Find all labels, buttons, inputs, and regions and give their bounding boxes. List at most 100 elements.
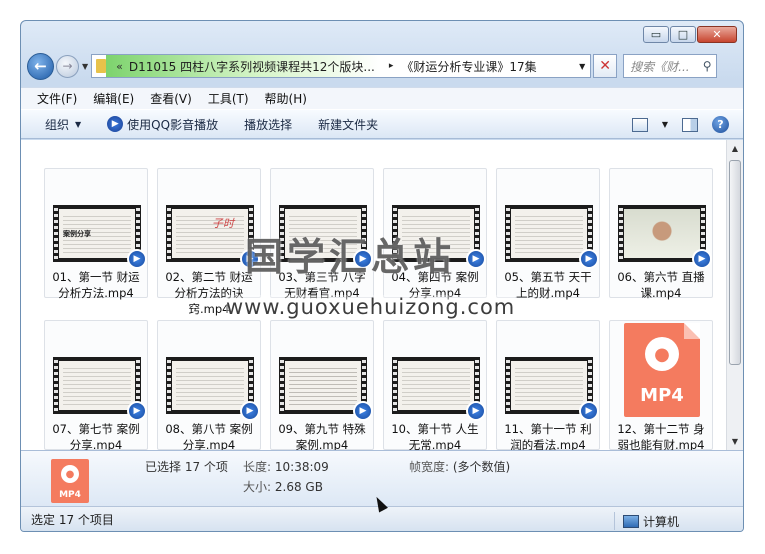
file-name: 02、第二节 财运分析方法的诀窍.mp4: [165, 270, 253, 316]
recent-pages-dropdown[interactable]: ▼: [82, 62, 88, 71]
menu-view[interactable]: 查看(V): [150, 90, 192, 107]
minimize-button[interactable]: ▭: [643, 26, 669, 43]
chevron-down-icon: ▼: [75, 119, 82, 129]
breadcrumb: « D11015 四柱八字系列视频课程共12个版块... ▸ 《财运分析专业课》…: [106, 55, 574, 77]
address-bar[interactable]: « D11015 四柱八字系列视频课程共12个版块... ▸ 《财运分析专业课》…: [91, 54, 592, 78]
file-name: 10、第十节 人生无常.mp4: [391, 422, 479, 450]
breadcrumb-separator-icon[interactable]: ▸: [389, 61, 394, 71]
qq-player-icon: ▶: [107, 116, 124, 132]
search-icon[interactable]: ⚲: [698, 59, 716, 73]
vertical-scrollbar[interactable]: ▲ ▼: [726, 140, 743, 450]
explorer-window: ▭ □ ✕ ← → ▼ « D11015 四柱八字系列视频课程共12个版块...…: [20, 20, 744, 532]
navigation-bar: ← → ▼ « D11015 四柱八字系列视频课程共12个版块... ▸ 《财运…: [27, 51, 737, 81]
qq-player-badge-icon: ▶: [692, 249, 712, 269]
status-text: 选定 17 个项目: [31, 513, 114, 527]
frame-width-key: 帧宽度:: [409, 460, 450, 474]
search-box[interactable]: 搜索《财... ⚲: [623, 54, 718, 78]
size-key: 大小:: [243, 480, 272, 494]
file-name: 01、第一节 财运分析方法.mp4: [52, 270, 140, 300]
breadcrumb-segment-current[interactable]: 《财运分析专业课》17集: [401, 58, 536, 75]
length-value: 10:38:09: [274, 460, 329, 474]
mp4-file-icon: ● MP4: [624, 323, 700, 417]
status-location: 计算机: [613, 512, 679, 530]
file-item[interactable]: ▶ 08、第八节 案例分享.mp4: [157, 320, 261, 450]
forward-button[interactable]: →: [56, 54, 79, 78]
menu-file[interactable]: 文件(F): [37, 90, 77, 107]
play-with-qq-button[interactable]: ▶ 使用QQ影音播放: [107, 116, 218, 133]
file-name: 06、第六节 直播课.mp4: [617, 270, 705, 300]
play-with-qq-label: 使用QQ影音播放: [127, 117, 219, 132]
thumbnail-handwriting: 子时: [212, 217, 234, 230]
film-reel-icon: ●: [645, 337, 679, 371]
caption-buttons: ▭ □ ✕: [643, 26, 737, 43]
menu-edit[interactable]: 编辑(E): [93, 90, 134, 107]
qq-player-badge-icon: ▶: [579, 401, 599, 421]
file-item[interactable]: ▶ 11、第十一节 利润的看法.mp4: [496, 320, 600, 450]
file-item[interactable]: ▶ 05、第五节 天干上的财.mp4: [496, 168, 600, 300]
scroll-down-icon[interactable]: ▼: [727, 433, 743, 450]
file-name: 11、第十一节 利润的看法.mp4: [504, 422, 592, 450]
toolbar-right: ▼ ?: [631, 116, 729, 133]
qq-player-badge-icon: ▶: [353, 401, 373, 421]
mp4-file-icon: ● MP4: [51, 459, 89, 503]
file-item[interactable]: ● MP4 12、第十二节 身弱也能有财.mp4: [609, 320, 713, 450]
file-name: 12、第十二节 身弱也能有财.mp4: [617, 422, 705, 450]
organize-label: 组织: [45, 117, 70, 132]
selection-count: 已选择 17 个项: [145, 460, 228, 474]
file-name: 03、第三节 八字无财看官.mp4: [278, 270, 366, 300]
view-options-chevron-icon[interactable]: ▼: [662, 120, 668, 129]
command-bar: 组织 ▼ ▶ 使用QQ影音播放 播放选择 新建文件夹 ▼ ?: [21, 109, 743, 139]
maximize-button[interactable]: □: [670, 26, 696, 43]
file-item[interactable]: ▶ 04、第四节 案例分享.mp4: [383, 168, 487, 300]
breadcrumb-parent-label: D11015 四柱八字系列视频课程共12个版块...: [128, 59, 375, 74]
address-dropdown-icon[interactable]: ▼: [574, 62, 590, 71]
thumbnail-caption: 案例分享: [63, 230, 91, 238]
scroll-thumb[interactable]: [729, 160, 741, 365]
menu-bar: 文件(F) 编辑(E) 查看(V) 工具(T) 帮助(H): [21, 87, 743, 109]
file-item[interactable]: ▶ 03、第三节 八字无财看官.mp4: [270, 168, 374, 300]
search-input[interactable]: 搜索《财...: [630, 58, 698, 75]
qq-player-badge-icon: ▶: [240, 401, 260, 421]
preview-pane-icon[interactable]: [682, 117, 698, 132]
menu-tools[interactable]: 工具(T): [208, 90, 249, 107]
file-name: 08、第八节 案例分享.mp4: [165, 422, 253, 450]
new-folder-label: 新建文件夹: [318, 117, 379, 132]
qq-player-badge-icon: ▶: [466, 401, 486, 421]
menu-help[interactable]: 帮助(H): [265, 90, 307, 107]
mp4-file-type-label: MP4: [59, 490, 81, 500]
mp4-file-type-label: MP4: [640, 385, 684, 406]
qq-player-badge-icon: ▶: [579, 249, 599, 269]
qq-player-badge-icon: ▶: [127, 401, 147, 421]
breadcrumb-segment-parent[interactable]: « D11015 四柱八字系列视频课程共12个版块...: [106, 55, 381, 77]
file-item[interactable]: ▶ 07、第七节 案例分享.mp4: [44, 320, 148, 450]
file-item[interactable]: 案例分享 ▶ 01、第一节 财运分析方法.mp4: [44, 168, 148, 300]
breadcrumb-overflow-chevron[interactable]: «: [116, 60, 123, 73]
size-value: 2.68 GB: [274, 480, 323, 494]
back-button[interactable]: ←: [27, 52, 54, 80]
file-name: 07、第七节 案例分享.mp4: [52, 422, 140, 450]
qq-player-badge-icon: ▶: [127, 249, 147, 269]
status-location-label: 计算机: [642, 514, 679, 529]
new-folder-button[interactable]: 新建文件夹: [318, 116, 378, 133]
frame-width-row: 帧宽度: (多个数值): [409, 458, 510, 475]
close-button[interactable]: ✕: [697, 26, 737, 43]
qq-player-badge-icon: ▶: [240, 249, 260, 269]
file-item[interactable]: ▶ 09、第九节 特殊案例.mp4: [270, 320, 374, 450]
length-row: 长度: 10:38:09: [243, 458, 329, 475]
file-name: 05、第五节 天干上的财.mp4: [504, 270, 592, 300]
scroll-up-icon[interactable]: ▲: [727, 140, 743, 157]
file-list: 案例分享 ▶ 01、第一节 财运分析方法.mp4 子时 ▶ 02、第二节 财运分…: [21, 140, 743, 450]
play-selection-button[interactable]: 播放选择: [244, 116, 292, 133]
file-name: 04、第四节 案例分享.mp4: [391, 270, 479, 300]
folder-icon: [96, 59, 107, 73]
file-item[interactable]: ▶ 06、第六节 直播课.mp4: [609, 168, 713, 300]
file-item[interactable]: ▶ 10、第十节 人生无常.mp4: [383, 320, 487, 450]
organize-button[interactable]: 组织 ▼: [45, 116, 81, 133]
frame-width-value: (多个数值): [452, 460, 511, 474]
clear-address-button[interactable]: ✕: [593, 54, 618, 78]
length-key: 长度:: [243, 460, 272, 474]
change-view-icon[interactable]: [631, 117, 648, 132]
file-item[interactable]: 子时 ▶ 02、第二节 财运分析方法的诀窍.mp4: [157, 168, 261, 316]
qq-player-badge-icon: ▶: [466, 249, 486, 269]
help-icon[interactable]: ?: [712, 116, 729, 133]
